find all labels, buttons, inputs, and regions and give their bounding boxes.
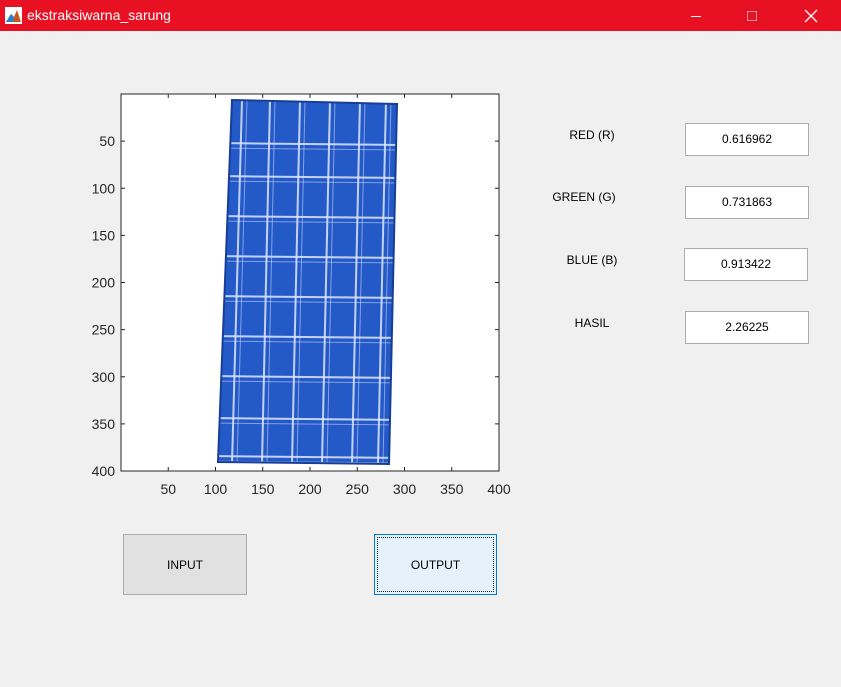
x-tick-label: 350 xyxy=(440,481,464,497)
input-button[interactable]: INPUT xyxy=(123,534,247,595)
x-tick-label: 200 xyxy=(298,481,322,497)
green-label: GREEN (G) xyxy=(552,190,616,204)
x-tick-label: 300 xyxy=(393,481,417,497)
output-button[interactable]: OUTPUT xyxy=(374,534,497,595)
y-tick-label: 400 xyxy=(92,463,116,479)
y-tick-label: 150 xyxy=(92,227,116,243)
y-tick-label: 200 xyxy=(92,275,116,291)
x-tick-label: 100 xyxy=(204,481,228,497)
hasil-value-field[interactable]: 2.26225 xyxy=(685,311,809,344)
cloth-fabric xyxy=(218,100,397,464)
input-button-label: INPUT xyxy=(167,557,203,572)
y-tick-label: 300 xyxy=(92,369,116,385)
plaid-cloth-image xyxy=(216,98,399,466)
red-label: RED (R) xyxy=(569,128,615,142)
focus-ring xyxy=(377,537,494,592)
red-value-field[interactable]: 0.616962 xyxy=(685,123,809,156)
x-tick-label: 400 xyxy=(487,481,511,497)
x-tick-label: 50 xyxy=(160,481,176,497)
y-tick-label: 250 xyxy=(92,322,116,338)
hasil-label: HASIL xyxy=(574,316,610,330)
x-tick-label: 250 xyxy=(346,481,370,497)
y-tick-label: 350 xyxy=(92,416,116,432)
app-window: ekstraksiwarna_sarung 50 100 150 200 250… xyxy=(0,0,841,687)
green-value-field[interactable]: 0.731863 xyxy=(685,186,809,219)
y-tick-label: 50 xyxy=(99,133,115,149)
x-tick-label: 150 xyxy=(251,481,275,497)
blue-value-field[interactable]: 0.913422 xyxy=(684,248,808,281)
blue-label: BLUE (B) xyxy=(566,253,618,267)
y-tick-label: 100 xyxy=(92,180,116,196)
